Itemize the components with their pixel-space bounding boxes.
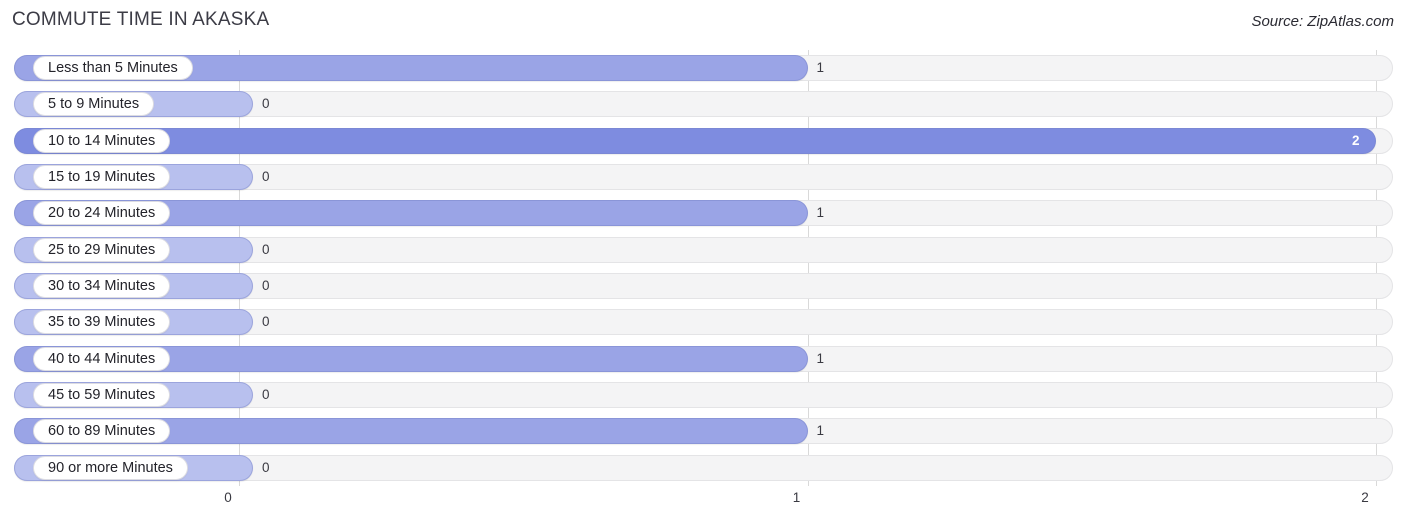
category-label: 5 to 9 Minutes: [48, 96, 140, 113]
bar-value-label: 1: [816, 205, 825, 221]
category-label-pill: 40 to 44 Minutes: [33, 346, 171, 371]
bar-value-label: 0: [262, 314, 270, 330]
category-label: 60 to 89 Minutes: [48, 423, 156, 440]
source-attribution: Source: ZipAtlas.com: [1251, 13, 1394, 30]
page-title: COMMUTE TIME IN AKASKA: [12, 9, 270, 30]
x-axis-tick-label: 1: [792, 490, 801, 505]
bar-row[interactable]: 60 to 89 Minutes 1: [0, 413, 1406, 449]
bar-value-label: 2: [1352, 132, 1360, 148]
bar-value-label: 0: [262, 168, 270, 184]
bar-row[interactable]: 35 to 39 Minutes 0: [0, 304, 1406, 340]
category-label-pill: 20 to 24 Minutes: [33, 201, 171, 226]
category-label: 15 to 19 Minutes: [48, 168, 156, 185]
x-axis-tick-label: 2: [1361, 490, 1369, 505]
bar-value-label: 0: [262, 277, 270, 293]
category-label: 20 to 24 Minutes: [48, 205, 156, 222]
bar-rows: Less than 5 Minutes 1 5 to 9 Minutes 0 10 to…: [0, 50, 1406, 486]
bar-value-label: 1: [816, 350, 825, 366]
x-axis-tick-label: 0: [224, 490, 232, 505]
category-label: 30 to 34 Minutes: [48, 277, 156, 294]
category-label: 90 or more Minutes: [48, 459, 173, 476]
category-label-pill: 90 or more Minutes: [33, 455, 188, 480]
bar-value-label: 0: [262, 386, 270, 402]
category-label: 25 to 29 Minutes: [48, 241, 156, 258]
category-label-pill: 5 to 9 Minutes: [33, 92, 155, 117]
category-label-pill: 30 to 34 Minutes: [33, 273, 171, 298]
bar-row[interactable]: 25 to 29 Minutes 0: [0, 232, 1406, 268]
category-label-pill: 35 to 39 Minutes: [33, 310, 171, 335]
bar-row[interactable]: 20 to 24 Minutes 1: [0, 195, 1406, 231]
category-label-pill: 10 to 14 Minutes: [33, 128, 171, 153]
category-label: 35 to 39 Minutes: [48, 314, 156, 331]
bar-value-label: 0: [262, 241, 270, 257]
bar-row[interactable]: 45 to 59 Minutes 0: [0, 377, 1406, 413]
bar-row[interactable]: Less than 5 Minutes 1: [0, 50, 1406, 86]
category-label-pill: 60 to 89 Minutes: [33, 419, 171, 444]
bar-value-label: 1: [816, 60, 825, 75]
category-label-pill: 25 to 29 Minutes: [33, 237, 171, 262]
bar-row[interactable]: 90 or more Minutes 0: [0, 450, 1406, 486]
bar-row[interactable]: 5 to 9 Minutes 0: [0, 86, 1406, 122]
category-label: Less than 5 Minutes: [48, 60, 178, 76]
category-label-pill: 15 to 19 Minutes: [33, 164, 171, 189]
bar-value-label: 1: [816, 423, 825, 439]
bar-row[interactable]: 10 to 14 Minutes 2: [0, 123, 1406, 159]
category-label: 10 to 14 Minutes: [48, 132, 156, 149]
category-label: 40 to 44 Minutes: [48, 350, 156, 367]
bar-row[interactable]: 15 to 19 Minutes 0: [0, 159, 1406, 195]
bar-row[interactable]: 40 to 44 Minutes 1: [0, 341, 1406, 377]
x-axis: 0 1 2: [0, 486, 1406, 523]
bar-value-label: 0: [262, 459, 270, 475]
bar[interactable]: [14, 127, 1376, 154]
category-label-pill: Less than 5 Minutes: [33, 56, 193, 80]
bar-value-label: 0: [262, 96, 270, 112]
category-label-pill: 45 to 59 Minutes: [33, 382, 171, 407]
chart-plot-area: Less than 5 Minutes 1 5 to 9 Minutes 0 10 to…: [0, 50, 1406, 486]
bar-row[interactable]: 30 to 34 Minutes 0: [0, 268, 1406, 304]
category-label: 45 to 59 Minutes: [48, 386, 156, 403]
